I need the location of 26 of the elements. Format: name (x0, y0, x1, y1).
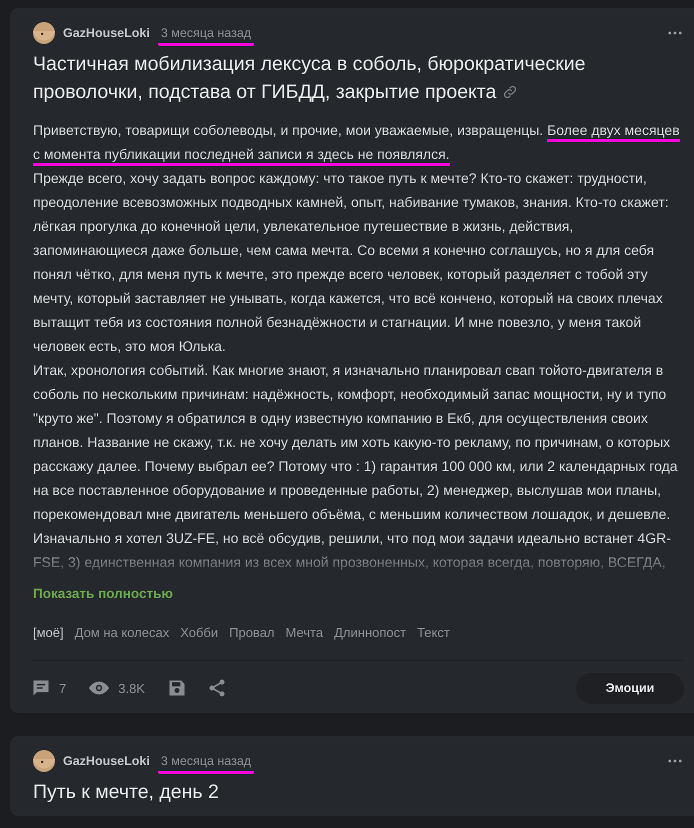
save-icon[interactable] (166, 678, 187, 698)
tag-link[interactable]: Провал (229, 625, 275, 640)
comment-count: 7 (59, 680, 66, 696)
tag-link[interactable]: Длиннопост (334, 625, 406, 640)
tag-link[interactable]: [моё] (33, 625, 64, 640)
share-icon[interactable] (206, 678, 227, 698)
emotions-button[interactable]: Эмоции (576, 672, 684, 704)
avatar-icon[interactable] (33, 22, 55, 44)
post-time[interactable]: 3 месяца назад (158, 754, 254, 774)
tag-link[interactable]: Текст (417, 625, 450, 640)
post-paragraph: Приветствую, товарищи соболеводы, и прочие, мои уважаемые, извращенцы. Более двух месяцев с момента публикации последней записи я здесь не появлялся. (33, 118, 684, 166)
post-title[interactable]: Путь к мечте, день 2 (33, 778, 684, 806)
post-time[interactable]: 3 месяца назад (158, 26, 254, 46)
avatar-icon[interactable] (33, 750, 55, 772)
post-title[interactable]: Частичная мобилизация лексуса в соболь, бюрократические проволочки, подстава от ГИБДД, закрытие проекта (33, 50, 684, 106)
post-paragraph: Итак, хронология событий. Как многие знают, я изначально планировал свап тойото-двигателя в соболь по нескольким причинам: надёжность, комфорт, необходимый запас мощности, ну и тупо "круто же". Поэтому я обратился в одну известную компанию в Екб, для осуществления своих планов. Название не скажу, т.к. не хочу делать им хоть какую-то рекламу, по причинам, о которых расскажу далее. Почему выбрал ее? Потому что : 1) гарантия 100 000 км, или 2 календарных года на все поставленное оборудование и проведенные работы, 2) менеджер, выслушав мои планы, порекомендовал мне двигатель меньшего объёма, с меньшим количеством лошадок, и дешевле. Изначально я хотел 3UZ-FE, но всё обсудив, решили, что под мои задачи идеально встанет 4GR-FSE, 3) единственная компания из всех мной прозвоненных, которая всегда, повторяю, ВСЕГДА, (33, 361, 679, 572)
tag-link[interactable]: Дом на колесах (74, 625, 170, 640)
tag-link[interactable]: Хобби (180, 625, 218, 640)
author-link[interactable]: GazHouseLoki (63, 26, 150, 40)
link-icon[interactable] (502, 84, 518, 100)
comment-icon[interactable] (31, 678, 51, 698)
show-more-link[interactable]: Показать полностью (33, 586, 173, 601)
tag-link[interactable]: Мечта (286, 625, 324, 640)
view-count: 3.8K (118, 680, 145, 696)
author-link[interactable]: GazHouseLoki (63, 754, 150, 768)
post-paragraph: Прежде всего, хочу задать вопрос каждому: что такое путь к мечте? Кто-то скажет: трудности, преодоление всевозможных подводных камней, опыт, набивание тумаков, знания. Кто-то скажет: лёгкая прогулка до конечной цели, увлекательное путешествие в жизнь, действия, запоминающиеся даже больше, чем сама мечта. Со всеми я конечно соглашусь, но я для себя понял чётко, для меня путь к мечте, это прежде всего человек, который разделяет с тобой эту мечту, который заставляет не унывать, когда кажется, что всё кончено, который на своих плечах вытащит тебя из состояния полной безнадёжности и стагнации. И мне повезло, у меня такой человек есть, это моя Юлька. (33, 169, 670, 356)
